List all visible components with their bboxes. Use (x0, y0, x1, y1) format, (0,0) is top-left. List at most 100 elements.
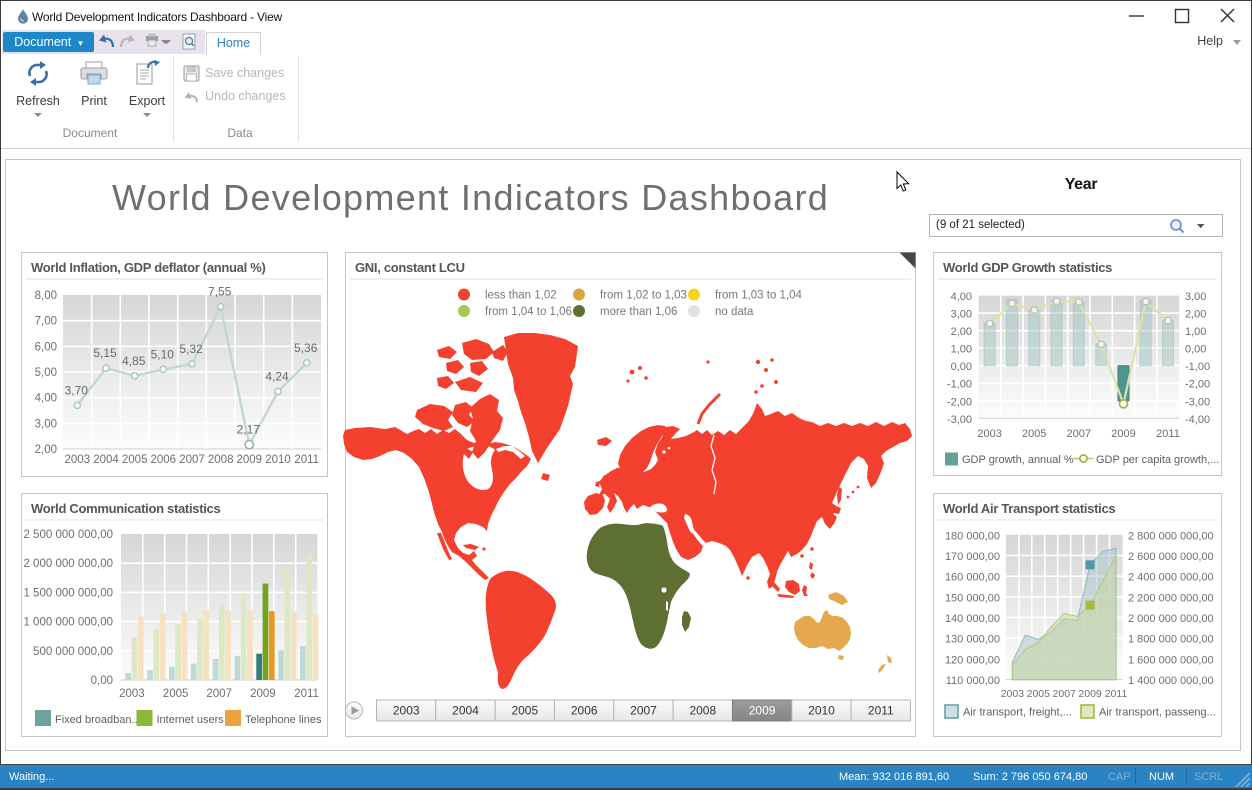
svg-text:2009: 2009 (749, 704, 776, 718)
svg-text:2011: 2011 (1156, 428, 1180, 440)
svg-text:2005: 2005 (122, 454, 148, 466)
svg-text:140 000,00: 140 000,00 (945, 613, 1000, 625)
svg-text:2003: 2003 (65, 454, 91, 466)
svg-text:2 400 000 000,00: 2 400 000 000,00 (1128, 572, 1214, 584)
svg-text:130 000,00: 130 000,00 (945, 634, 1000, 646)
svg-text:2011: 2011 (294, 688, 319, 700)
svg-text:3,00: 3,00 (35, 418, 57, 430)
svg-text:5,32: 5,32 (179, 342, 203, 356)
svg-text:2007: 2007 (630, 704, 657, 718)
svg-text:-2,00: -2,00 (1185, 379, 1210, 391)
svg-text:0,00: 0,00 (91, 675, 113, 687)
svg-text:2006: 2006 (151, 454, 177, 466)
svg-text:2007: 2007 (1067, 428, 1091, 440)
svg-text:4,00: 4,00 (951, 291, 972, 303)
svg-text:2003: 2003 (1001, 688, 1025, 700)
svg-text:1 000 000 000,00: 1 000 000 000,00 (23, 617, 113, 629)
svg-text:7,00: 7,00 (35, 316, 57, 328)
svg-text:2,00: 2,00 (35, 444, 57, 456)
svg-text:2005: 2005 (1027, 688, 1051, 700)
svg-text:less than 1,02: less than 1,02 (485, 290, 557, 302)
svg-text:2005: 2005 (163, 688, 189, 700)
svg-text:-1,00: -1,00 (947, 379, 972, 391)
svg-text:no data: no data (715, 306, 754, 318)
svg-text:160 000,00: 160 000,00 (945, 572, 1000, 584)
svg-text:110 000,00: 110 000,00 (946, 675, 1000, 687)
svg-text:GNI, constant LCU: GNI, constant LCU (355, 260, 465, 275)
svg-text:2 000 000 000,00: 2 000 000 000,00 (1128, 613, 1214, 625)
svg-text:2003: 2003 (119, 688, 145, 700)
svg-text:6,00: 6,00 (35, 341, 57, 353)
svg-text:2004: 2004 (93, 454, 119, 466)
svg-text:2 200 000 000,00: 2 200 000 000,00 (1128, 592, 1214, 604)
svg-text:2009: 2009 (237, 454, 263, 466)
svg-text:1,00: 1,00 (951, 344, 972, 356)
svg-text:-3,00: -3,00 (947, 414, 972, 426)
svg-text:from 1,02 to 1,03: from 1,02 to 1,03 (600, 290, 687, 302)
svg-text:5,10: 5,10 (151, 347, 175, 361)
svg-text:2007: 2007 (1053, 688, 1077, 700)
svg-text:2,00: 2,00 (951, 326, 972, 338)
svg-text:2010: 2010 (265, 454, 291, 466)
svg-text:World Air Transport statistics: World Air Transport statistics (943, 501, 1115, 516)
svg-text:2 500 000 000,00: 2 500 000 000,00 (23, 529, 113, 541)
svg-text:Telephone lines: Telephone lines (245, 714, 322, 726)
svg-text:2003: 2003 (977, 428, 1001, 440)
svg-text:2009: 2009 (250, 688, 276, 700)
svg-text:2,17: 2,17 (237, 423, 261, 437)
svg-text:500 000 000,00: 500 000 000,00 (33, 646, 113, 658)
svg-text:World GDP Growth statistics: World GDP Growth statistics (943, 260, 1112, 275)
svg-text:150 000,00: 150 000,00 (945, 592, 1000, 604)
svg-text:from 1,03 to 1,04: from 1,03 to 1,04 (715, 290, 803, 302)
svg-text:2004: 2004 (452, 704, 479, 718)
svg-text:2008: 2008 (208, 454, 234, 466)
svg-text:2007: 2007 (179, 454, 205, 466)
svg-text:World Communication statistics: World Communication statistics (31, 501, 220, 516)
svg-text:World Inflation, GDP deflator: World Inflation, GDP deflator (annual %) (31, 260, 266, 275)
svg-text:0,00: 0,00 (1185, 344, 1206, 356)
svg-text:5,00: 5,00 (35, 367, 57, 379)
svg-text:2009: 2009 (1111, 428, 1135, 440)
svg-text:-1,00: -1,00 (1185, 361, 1210, 373)
svg-text:2011: 2011 (294, 454, 319, 466)
svg-text:1 800 000 000,00: 1 800 000 000,00 (1128, 634, 1214, 646)
svg-text:2011: 2011 (868, 704, 894, 718)
svg-text:Fixed broadban...: Fixed broadban... (55, 714, 141, 726)
svg-text:8,00: 8,00 (35, 290, 57, 302)
svg-text:7,55: 7,55 (208, 285, 232, 299)
svg-text:more than 1,06: more than 1,06 (600, 306, 677, 318)
svg-text:GDP per capita growth,...: GDP per capita growth,... (1096, 454, 1219, 466)
svg-text:2005: 2005 (511, 704, 538, 718)
svg-text:from 1,04 to 1,06: from 1,04 to 1,06 (485, 306, 572, 318)
svg-text:2005: 2005 (1022, 428, 1046, 440)
svg-text:1 400 000 000,00: 1 400 000 000,00 (1128, 675, 1214, 687)
svg-text:-3,00: -3,00 (1185, 396, 1210, 408)
svg-text:2009: 2009 (1078, 688, 1102, 700)
svg-text:-4,00: -4,00 (1185, 414, 1210, 426)
svg-text:2007: 2007 (206, 688, 232, 700)
svg-text:2 600 000 000,00: 2 600 000 000,00 (1128, 551, 1214, 563)
svg-text:-2,00: -2,00 (947, 396, 972, 408)
svg-text:120 000,00: 120 000,00 (945, 654, 1000, 666)
svg-text:2010: 2010 (808, 704, 835, 718)
svg-text:2 800 000 000,00: 2 800 000 000,00 (1128, 530, 1214, 542)
svg-text:4,24: 4,24 (265, 370, 289, 384)
svg-text:2,00: 2,00 (1185, 309, 1206, 321)
svg-text:170 000,00: 170 000,00 (945, 551, 1000, 563)
svg-text:1 500 000 000,00: 1 500 000 000,00 (23, 587, 113, 599)
svg-text:3,70: 3,70 (65, 383, 89, 397)
svg-text:2 000 000 000,00: 2 000 000 000,00 (23, 558, 113, 570)
svg-text:Air transport, passeng...: Air transport, passeng... (1099, 707, 1216, 719)
svg-text:1,00: 1,00 (1185, 326, 1206, 338)
svg-text:4,00: 4,00 (35, 393, 57, 405)
svg-text:5,15: 5,15 (93, 346, 117, 360)
svg-text:2006: 2006 (571, 704, 598, 718)
svg-text:2011: 2011 (1105, 688, 1128, 700)
svg-text:2008: 2008 (689, 704, 716, 718)
svg-text:5,36: 5,36 (294, 341, 318, 355)
svg-text:0,00: 0,00 (951, 361, 972, 373)
svg-text:Air transport, freight,...: Air transport, freight,... (963, 707, 1072, 719)
svg-text:4,85: 4,85 (122, 354, 146, 368)
svg-text:180 000,00: 180 000,00 (945, 530, 1000, 542)
svg-text:3,00: 3,00 (951, 309, 972, 321)
